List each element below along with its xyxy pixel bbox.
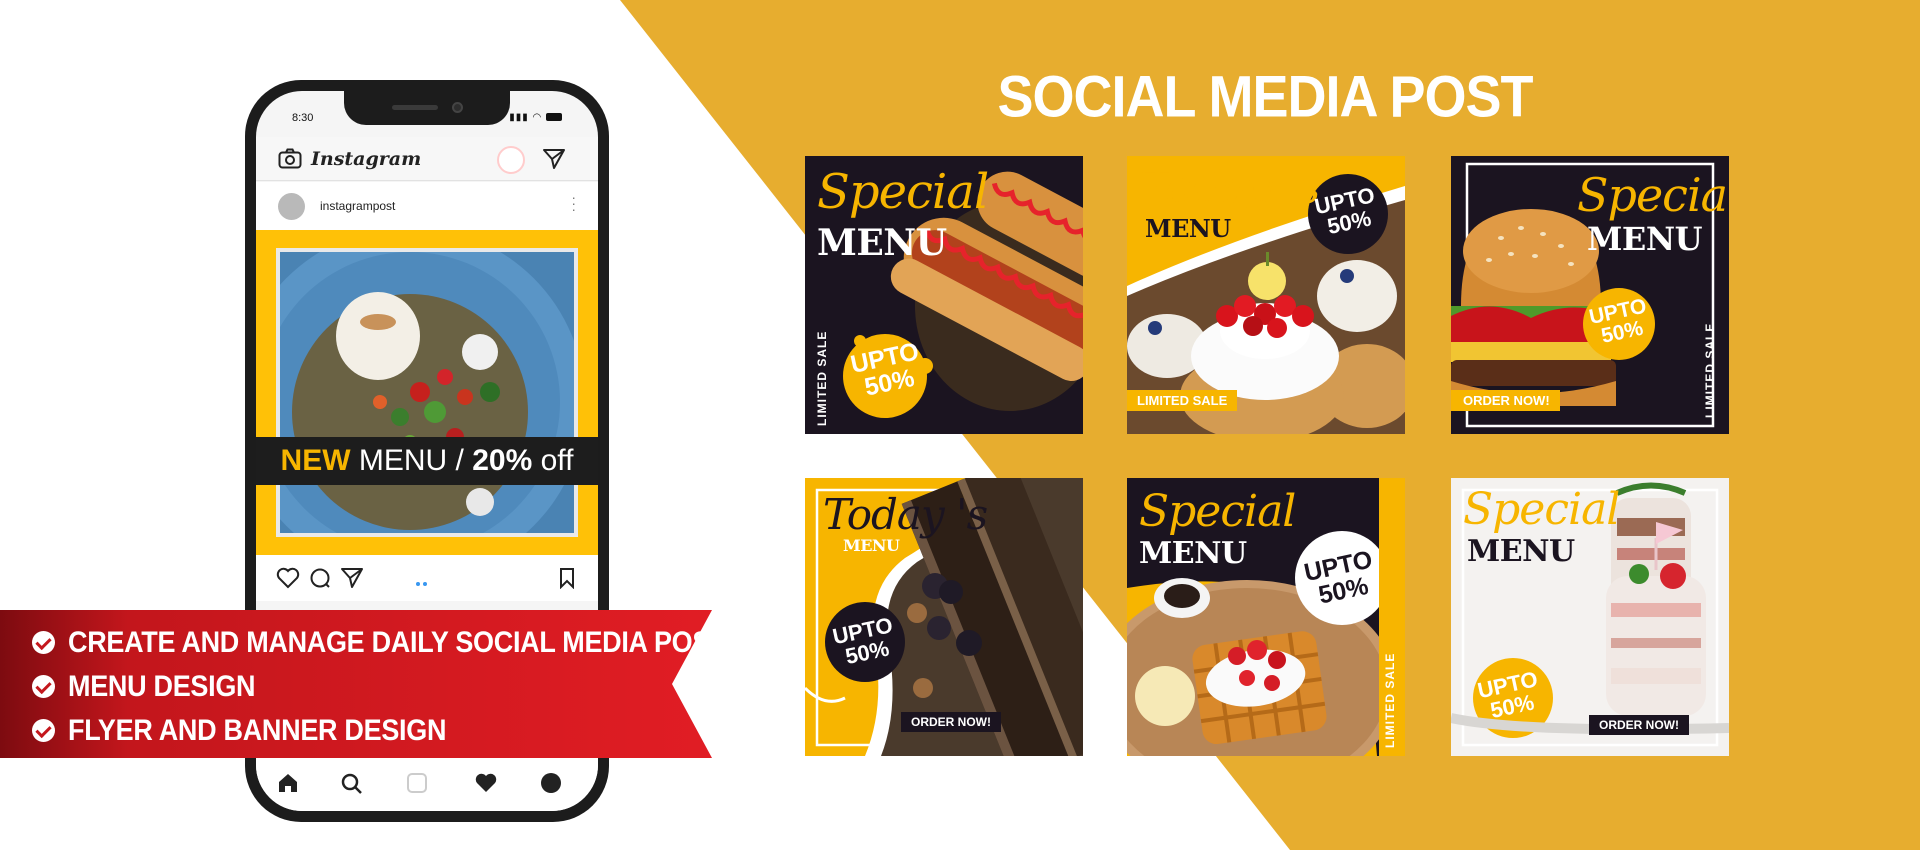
card-script-title: Special: [1577, 168, 1729, 222]
order-now-pill[interactable]: ORDER NOW!: [901, 712, 1001, 732]
post-card-special-hotdog[interactable]: Special MENU UPTO 50% LIMITED SALE: [805, 156, 1083, 434]
post-card-today-cake[interactable]: Today 's MENU UPTO 50% ORDER NOW!: [805, 478, 1083, 756]
promo-percent: 20%: [472, 444, 533, 477]
page-headline: SOCIAL MEDIA POST: [997, 64, 1533, 130]
order-now-pill[interactable]: ORDER NOW!: [1589, 715, 1689, 735]
service-label: FLYER AND BANNER DESIGN: [68, 712, 447, 746]
add-post-icon[interactable]: [406, 772, 428, 794]
check-icon: [32, 674, 55, 698]
promo-menu: MENU /: [358, 444, 464, 477]
check-icon: [32, 630, 55, 654]
card-title: MENU: [1139, 536, 1247, 571]
post-promo-strip: NEW MENU / 20% off: [256, 437, 598, 485]
battery-icon: [546, 113, 562, 122]
post-username[interactable]: instagrampost: [320, 199, 395, 213]
card-script-title: Special: [1463, 484, 1620, 535]
promo-off: off: [540, 444, 574, 477]
card-title: MENU: [1587, 220, 1702, 258]
home-icon[interactable]: [276, 772, 300, 794]
food-photo: [276, 248, 578, 537]
heart-icon[interactable]: [276, 567, 300, 589]
post-image: NEW MENU / 20% off: [256, 230, 598, 555]
more-options-icon[interactable]: · · ·: [571, 190, 576, 216]
limited-sale-label: LIMITED SALE: [1703, 322, 1717, 418]
activity-heart-icon[interactable]: [474, 772, 498, 794]
card-title: MENU: [1145, 214, 1231, 243]
camera-icon[interactable]: [278, 148, 302, 170]
avatar[interactable]: [278, 193, 305, 220]
card-title: MENU: [843, 536, 900, 555]
phone-notch: [344, 91, 510, 125]
limited-sale-label: LIMITED SALE: [1383, 652, 1397, 748]
card-script-title: Special: [1139, 486, 1296, 537]
promo-new: NEW: [280, 444, 351, 477]
card-script-title: Today 's: [1139, 160, 1321, 214]
post-actions: [256, 555, 598, 601]
direct-message-icon[interactable]: [542, 148, 566, 170]
profile-icon[interactable]: [540, 772, 562, 794]
carousel-dots: [416, 573, 430, 591]
card-title: MENU: [1467, 534, 1575, 569]
service-label: MENU DESIGN: [68, 668, 256, 702]
card-script-title: Today 's: [823, 490, 988, 539]
limited-sale-label: LIMITED SALE: [815, 330, 829, 426]
story-avatar[interactable]: [497, 146, 525, 174]
service-item: MENU DESIGN: [32, 664, 773, 708]
status-icons: ▮▮▮ ◠: [509, 112, 562, 123]
bookmark-icon[interactable]: [558, 567, 576, 589]
order-now-pill[interactable]: ORDER NOW!: [1451, 390, 1560, 411]
post-card-special-parfait[interactable]: Special MENU UPTO 50% ORDER NOW!: [1451, 478, 1729, 756]
card-script-title: Special: [817, 164, 989, 220]
service-label: CREATE AND MANAGE DAILY SOCIAL MEDIA POS…: [68, 624, 774, 658]
comment-icon[interactable]: [308, 567, 332, 589]
limited-sale-pill: LIMITED SALE: [1127, 390, 1238, 411]
post-header: instagrampost · · ·: [256, 182, 598, 230]
share-icon[interactable]: [340, 567, 364, 589]
service-item: CREATE AND MANAGE DAILY SOCIAL MEDIA POS…: [32, 620, 774, 664]
card-title: MENU: [817, 222, 947, 264]
services-list: CREATE AND MANAGE DAILY SOCIAL MEDIA POS…: [32, 620, 774, 752]
post-card-special-burger[interactable]: Special MENU UPTO 50% ORDER NOW! LIMITED …: [1451, 156, 1729, 434]
search-icon[interactable]: [340, 772, 364, 794]
post-card-today-cupcake[interactable]: Today 's MENU UPTO 50% LIMITED SALE: [1127, 156, 1405, 434]
bottom-navigation: [256, 757, 598, 811]
check-icon: [32, 718, 55, 742]
status-time: 8:30: [292, 112, 314, 124]
instagram-logo: Instagram: [311, 148, 422, 170]
service-item: FLYER AND BANNER DESIGN: [32, 708, 773, 752]
post-card-special-waffle[interactable]: Special MENU UPTO 50% LIMITED SALE: [1127, 478, 1405, 756]
instagram-top-bar: Instagram: [256, 137, 598, 181]
